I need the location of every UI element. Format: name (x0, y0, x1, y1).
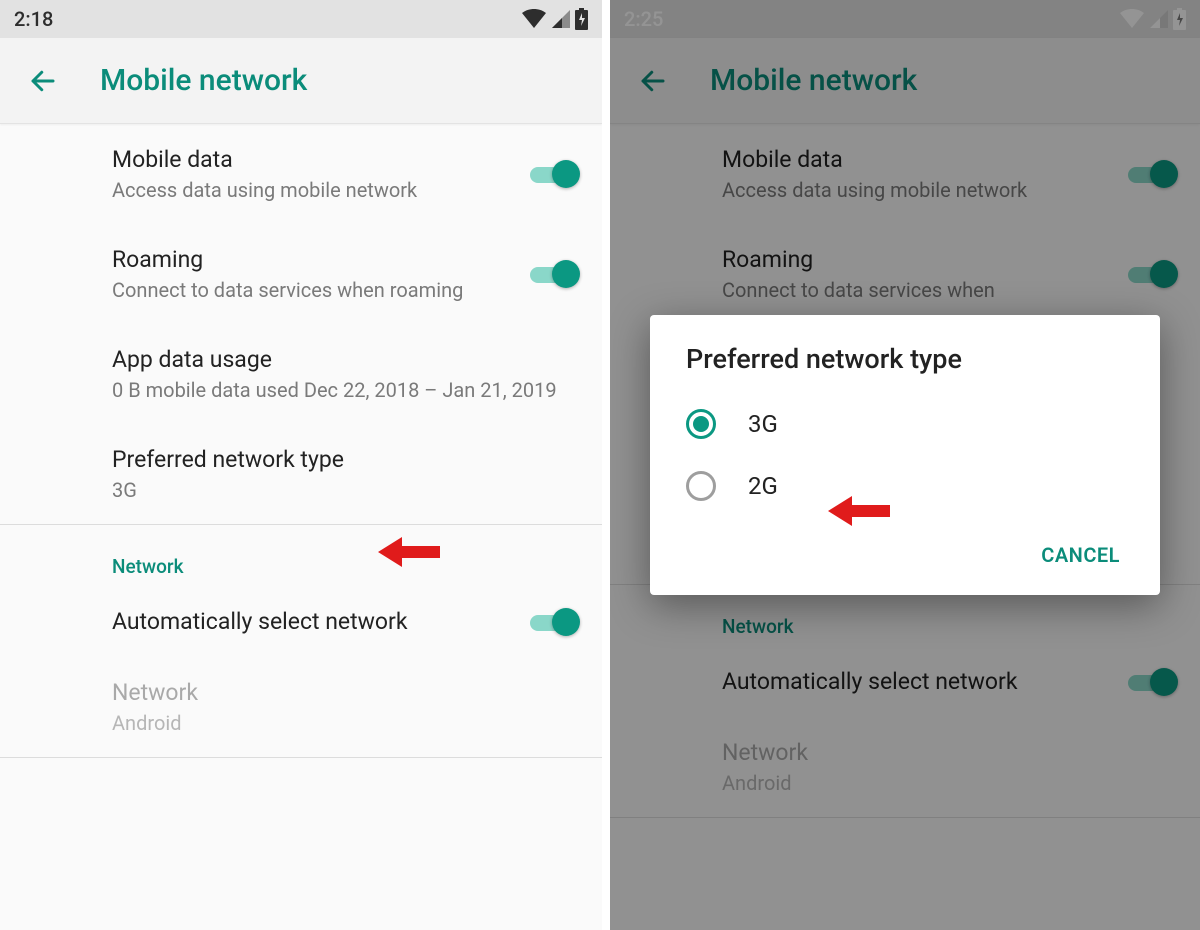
item-subtitle: 3G (112, 477, 578, 504)
item-network: Network Android (0, 657, 602, 757)
radio-icon (686, 409, 716, 439)
signal-icon (551, 9, 571, 29)
screen-settings: 2:18 Mobile network Mobile data Access d… (0, 0, 602, 930)
back-icon[interactable] (28, 66, 58, 96)
item-subtitle: 0 B mobile data used Dec 22, 2018 – Jan … (112, 377, 578, 404)
screen-dialog: 2:25 Mobile network Mobile data Access d… (610, 0, 1200, 930)
status-time: 2:18 (14, 7, 53, 31)
item-roaming[interactable]: Roaming Connect to data services when ro… (0, 224, 602, 324)
item-auto-select-network[interactable]: Automatically select network (0, 586, 602, 657)
status-icons (521, 8, 588, 30)
item-mobile-data[interactable]: Mobile data Access data using mobile net… (0, 124, 602, 224)
radio-option-3g[interactable]: 3G (650, 393, 1160, 455)
divider (0, 757, 602, 758)
status-bar: 2:18 (0, 0, 602, 38)
radio-label: 2G (748, 472, 778, 500)
cancel-button[interactable]: CANCEL (1029, 535, 1132, 575)
item-title: Automatically select network (112, 606, 510, 637)
dialog-title: Preferred network type (650, 343, 1160, 393)
radio-icon (686, 471, 716, 501)
item-title: Preferred network type (112, 444, 578, 475)
item-subtitle: Access data using mobile network (112, 177, 510, 204)
radio-label: 3G (748, 410, 778, 438)
page-title: Mobile network (100, 63, 307, 98)
settings-list: Mobile data Access data using mobile net… (0, 124, 602, 758)
dialog-preferred-network: Preferred network type 3G 2G CANCEL (650, 315, 1160, 595)
item-preferred-network[interactable]: Preferred network type 3G (0, 424, 602, 524)
item-app-data-usage[interactable]: App data usage 0 B mobile data used Dec … (0, 324, 602, 424)
item-subtitle: Connect to data services when roaming (112, 277, 510, 304)
item-subtitle: Android (112, 710, 578, 737)
item-title: App data usage (112, 344, 578, 375)
mobile-data-toggle[interactable] (530, 160, 578, 188)
section-header-network: Network (0, 525, 602, 586)
wifi-icon (521, 9, 547, 29)
battery-icon (575, 8, 588, 30)
roaming-toggle[interactable] (530, 260, 578, 288)
radio-option-2g[interactable]: 2G (650, 455, 1160, 517)
app-bar: Mobile network (0, 38, 602, 124)
auto-select-toggle[interactable] (530, 608, 578, 636)
item-title: Roaming (112, 244, 510, 275)
item-title: Network (112, 677, 578, 708)
item-title: Mobile data (112, 144, 510, 175)
